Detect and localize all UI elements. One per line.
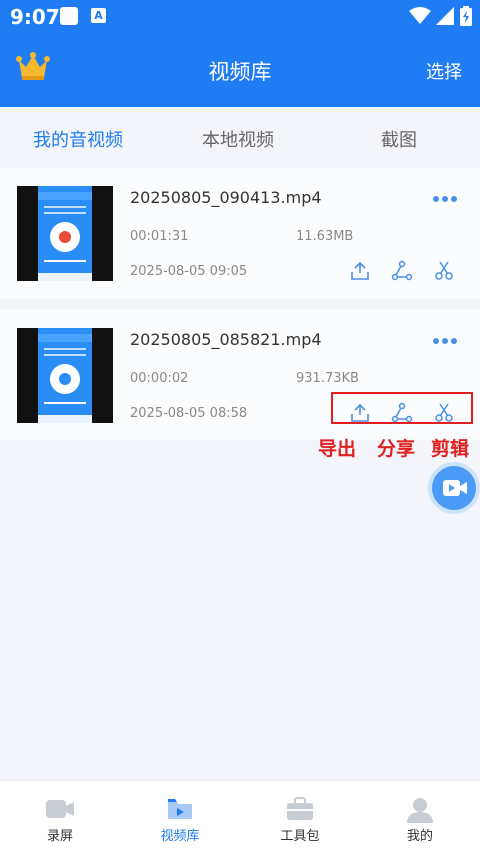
- status-bar: 9:07 A: [0, 0, 480, 34]
- camera-icon: [46, 800, 74, 818]
- bottom-nav: 录屏 视频库 工具包 我的: [0, 780, 480, 853]
- annotation-export-label: 导出: [318, 438, 357, 460]
- video-duration: 00:01:31: [130, 229, 189, 244]
- annotation-edit-label: 剪辑: [431, 438, 470, 460]
- battery-icon: [460, 6, 472, 26]
- annotation-box: [331, 392, 473, 424]
- notification-icon: [60, 7, 78, 25]
- video-date: 2025-08-05 09:05: [130, 264, 248, 279]
- nav-record[interactable]: 录屏: [0, 781, 120, 853]
- video-thumbnail[interactable]: [17, 186, 113, 281]
- file-name: 20250805_090413.mp4: [130, 188, 322, 207]
- tab-bar: 我的音视频 本地视频 截图: [0, 107, 480, 167]
- file-name: 20250805_085821.mp4: [130, 330, 322, 349]
- video-camera-icon: [443, 480, 467, 496]
- file-size: 11.63MB: [296, 229, 354, 244]
- a-notification-icon: A: [91, 8, 106, 23]
- select-button[interactable]: 选择: [426, 58, 462, 84]
- nav-video-library[interactable]: 视频库: [120, 781, 240, 853]
- video-date: 2025-08-05 08:58: [130, 406, 248, 421]
- status-time: 9:07: [10, 5, 60, 29]
- wifi-icon: [409, 7, 431, 24]
- floating-record-button[interactable]: [428, 462, 480, 514]
- page-title: 视频库: [208, 60, 272, 84]
- nav-toolbox-label: 工具包: [280, 829, 320, 844]
- share-icon[interactable]: [391, 260, 413, 282]
- app-bar: 视频库 选择: [0, 34, 480, 107]
- nav-video-library-label: 视频库: [160, 829, 200, 844]
- nav-profile[interactable]: 我的: [360, 781, 480, 853]
- tab-my-media[interactable]: 我的音视频: [33, 126, 123, 152]
- folder-video-icon: [168, 799, 192, 819]
- video-duration: 00:00:02: [130, 371, 189, 386]
- more-icon[interactable]: [432, 337, 458, 345]
- more-icon[interactable]: [432, 195, 458, 203]
- person-icon: [407, 798, 433, 823]
- file-size: 931.73KB: [296, 371, 359, 386]
- video-item[interactable]: 20250805_090413.mp4 00:01:31 11.63MB 202…: [0, 168, 480, 298]
- annotation-share-label: 分享: [377, 438, 416, 460]
- scissors-icon[interactable]: [433, 260, 455, 282]
- toolbox-icon: [287, 797, 313, 820]
- tab-screenshots[interactable]: 截图: [381, 126, 417, 152]
- tab-local-video[interactable]: 本地视频: [202, 126, 274, 152]
- export-icon[interactable]: [349, 260, 371, 282]
- signal-icon: [436, 7, 454, 25]
- video-thumbnail[interactable]: [17, 328, 113, 423]
- nav-toolbox[interactable]: 工具包: [240, 781, 360, 853]
- nav-record-label: 录屏: [46, 829, 73, 844]
- nav-profile-label: 我的: [406, 829, 433, 844]
